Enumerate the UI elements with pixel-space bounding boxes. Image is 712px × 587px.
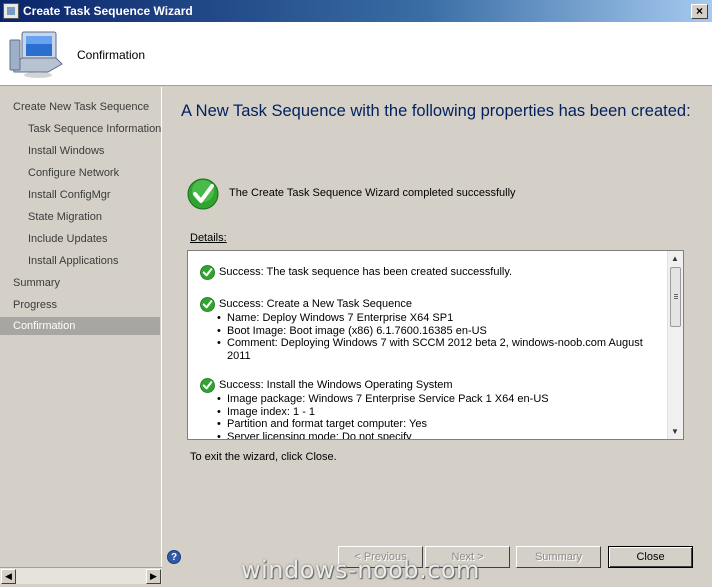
- detail-bullet: Partition and format target computer: Ye…: [217, 418, 657, 431]
- title-bar: Create Task Sequence Wizard ×: [0, 0, 712, 22]
- detail-bullet: Name: Deploy Windows 7 Enterprise X64 SP…: [217, 312, 657, 325]
- confirmation-heading: A New Task Sequence with the following p…: [181, 102, 691, 120]
- details-label: Details:: [190, 232, 227, 244]
- success-check-icon: [200, 296, 215, 312]
- success-check-icon: [200, 377, 215, 393]
- main-panel: A New Task Sequence with the following p…: [163, 87, 712, 587]
- wizard-header: Confirmation: [0, 22, 712, 86]
- success-check-icon: [187, 178, 219, 210]
- nav-item-install-configmgr[interactable]: Install ConfigMgr: [0, 186, 160, 204]
- summary-button[interactable]: Summary: [516, 546, 601, 568]
- nav-item-state-migration[interactable]: State Migration: [0, 208, 160, 226]
- detail-section: Success: Create a New Task Sequence Name…: [200, 296, 657, 362]
- scrollbar-thumb[interactable]: [670, 267, 681, 327]
- detail-section-title: Success: The task sequence has been crea…: [219, 266, 513, 278]
- nav-item-confirmation[interactable]: Confirmation: [0, 317, 160, 335]
- success-check-icon: [200, 264, 215, 280]
- scroll-down-arrow-icon[interactable]: ▼: [671, 427, 679, 436]
- detail-bullet: Image index: 1 - 1: [217, 406, 657, 419]
- detail-section-title: Success: Create a New Task Sequence: [219, 298, 413, 310]
- details-vertical-scrollbar[interactable]: ▲ ▼: [667, 251, 683, 439]
- success-message: The Create Task Sequence Wizard complete…: [229, 187, 516, 199]
- exit-instructions: To exit the wizard, click Close.: [190, 451, 337, 463]
- help-icon[interactable]: ?: [167, 550, 181, 564]
- details-box[interactable]: Success: The task sequence has been crea…: [187, 250, 684, 440]
- detail-section: Success: The task sequence has been crea…: [200, 264, 512, 280]
- wizard-icon: [3, 3, 19, 19]
- detail-bullet: Image package: Windows 7 Enterprise Serv…: [217, 393, 657, 406]
- detail-bullet: Comment: Deploying Windows 7 with SCCM 2…: [217, 337, 657, 362]
- nav-item-configure-network[interactable]: Configure Network: [0, 164, 160, 182]
- close-window-button[interactable]: ×: [691, 3, 708, 19]
- nav-item-install-applications[interactable]: Install Applications: [0, 252, 160, 270]
- nav-item-progress[interactable]: Progress: [0, 296, 160, 314]
- page-title: Confirmation: [77, 48, 146, 62]
- nav-item-include-updates[interactable]: Include Updates: [0, 230, 160, 248]
- watermark-text: windows-noob.com: [241, 556, 480, 584]
- detail-section-title: Success: Install the Windows Operating S…: [219, 379, 453, 391]
- detail-section: Success: Install the Windows Operating S…: [200, 377, 657, 440]
- nav-item-task-sequence-information[interactable]: Task Sequence Information: [0, 120, 161, 138]
- scroll-right-button[interactable]: ▶: [146, 569, 161, 584]
- nav-item-install-windows[interactable]: Install Windows: [0, 142, 160, 160]
- nav-horizontal-scrollbar[interactable]: ◀ ▶: [0, 567, 162, 584]
- computer-icon: [9, 31, 63, 78]
- window-title: Create Task Sequence Wizard: [23, 4, 193, 18]
- scroll-left-button[interactable]: ◀: [1, 569, 16, 584]
- nav-item-create-new-task-sequence[interactable]: Create New Task Sequence: [0, 98, 160, 116]
- wizard-steps-nav: Create New Task Sequence Task Sequence I…: [0, 87, 162, 567]
- scroll-up-arrow-icon[interactable]: ▲: [671, 254, 679, 263]
- detail-bullet: Boot Image: Boot image (x86) 6.1.7600.16…: [217, 325, 657, 338]
- detail-bullet: Server licensing mode: Do not specify: [217, 431, 657, 440]
- nav-item-summary[interactable]: Summary: [0, 274, 160, 292]
- close-button[interactable]: Close: [608, 546, 693, 568]
